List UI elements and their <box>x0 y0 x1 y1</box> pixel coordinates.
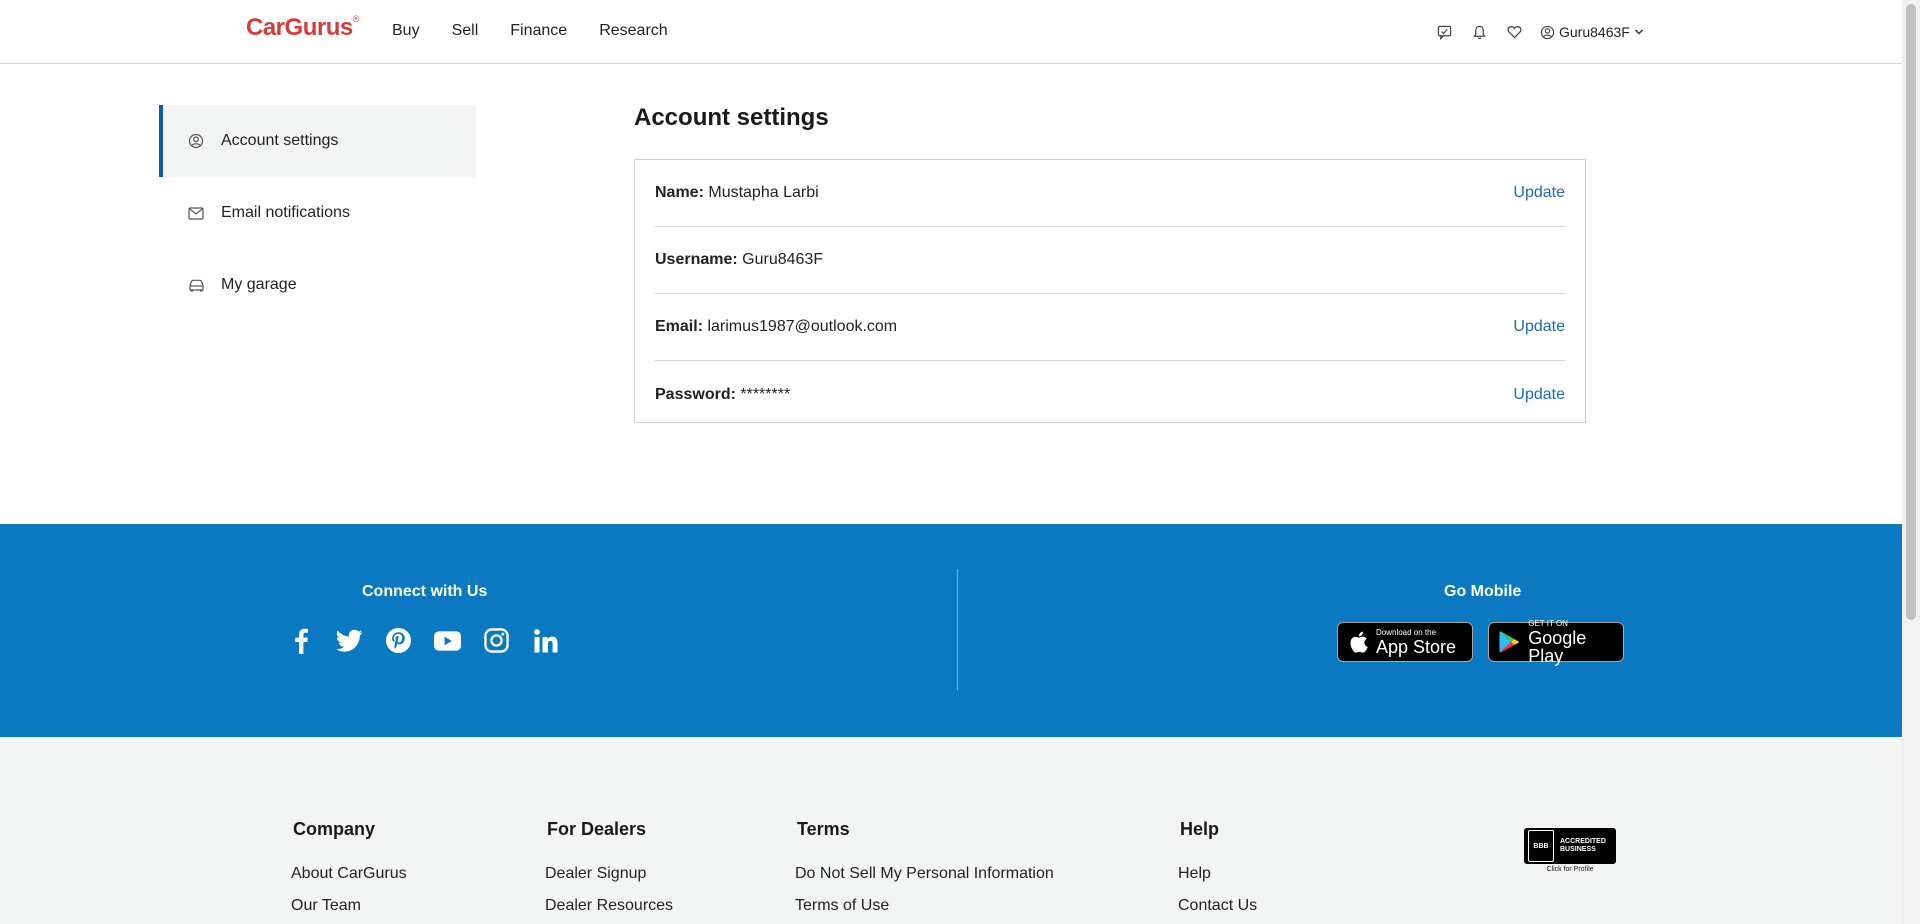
sidebar-item-label: Account settings <box>221 132 339 149</box>
google-play-icon <box>1499 631 1520 653</box>
nav-buy[interactable]: Buy <box>392 22 420 40</box>
chevron-down-icon <box>1634 29 1643 35</box>
settings-sidebar: Account settings Email notifications My … <box>159 105 476 321</box>
apple-icon <box>1350 631 1368 653</box>
footer-link[interactable]: Contact Us <box>1178 897 1257 915</box>
field-label: Password: <box>655 385 736 403</box>
go-mobile-heading: Go Mobile <box>1444 583 1522 600</box>
field-label: Email: <box>655 318 704 335</box>
site-footer: Company About CarGurus Our Team For Deal… <box>0 737 1902 924</box>
update-password-link[interactable]: Update <box>1513 386 1565 404</box>
linkedin-icon[interactable] <box>532 627 559 654</box>
nav-finance[interactable]: Finance <box>510 22 567 40</box>
footer-column-help: Help Help Contact Us <box>1178 819 1257 924</box>
field-value: larimus1987@outlook.com <box>707 318 898 335</box>
sidebar-item-email-notifications[interactable]: Email notifications <box>159 177 476 249</box>
user-menu[interactable]: Guru8463F <box>1540 24 1644 40</box>
heart-icon[interactable] <box>1504 22 1524 42</box>
social-links <box>287 627 559 654</box>
field-value: ******** <box>740 385 791 403</box>
name-row: Name: Mustapha Larbi Update <box>655 160 1565 227</box>
footer-link[interactable]: Our Team <box>291 897 407 915</box>
twitter-icon[interactable] <box>336 627 363 654</box>
footer-link[interactable]: Dealer Signup <box>545 865 673 883</box>
page-title: Account settings <box>634 104 829 131</box>
footer-column-company: Company About CarGurus Our Team <box>291 819 407 924</box>
nav-sell[interactable]: Sell <box>452 22 479 40</box>
footer-link[interactable]: Dealer Resources <box>545 897 673 915</box>
username-row: Username: Guru8463F <box>655 227 1565 294</box>
sidebar-item-my-garage[interactable]: My garage <box>159 249 476 321</box>
footer-link[interactable]: Terms of Use <box>795 897 1054 915</box>
field-label: Name: <box>655 184 704 201</box>
bell-icon[interactable] <box>1469 22 1489 42</box>
sidebar-item-label: Email notifications <box>221 204 350 221</box>
connect-heading: Connect with Us <box>362 583 488 600</box>
footer-heading: For Dealers <box>547 819 647 839</box>
facebook-icon[interactable] <box>287 627 314 654</box>
footer-heading: Help <box>1180 819 1220 839</box>
nav-research[interactable]: Research <box>599 22 667 40</box>
user-circle-icon <box>187 132 205 150</box>
site-header: CarGurus® Buy Sell Finance Research Guru… <box>0 0 1902 64</box>
google-play-badge[interactable]: GET IT ON Google Play <box>1488 619 1624 665</box>
bbb-seal-icon: BBB <box>1528 830 1554 862</box>
bbb-accredited-badge[interactable]: BBB ACCREDITED BUSINESS Click for Profil… <box>1524 828 1616 876</box>
scrollbar-thumb[interactable] <box>1906 4 1916 620</box>
footer-link[interactable]: Do Not Sell My Personal Information <box>795 865 1054 883</box>
footer-column-terms: Terms Do Not Sell My Personal Informatio… <box>795 819 1054 924</box>
instagram-icon[interactable] <box>483 627 510 654</box>
update-email-link[interactable]: Update <box>1513 318 1565 336</box>
sidebar-item-account-settings[interactable]: Account settings <box>159 105 476 177</box>
field-value: Mustapha Larbi <box>708 184 819 201</box>
field-label: Username: <box>655 251 738 268</box>
footer-heading: Terms <box>797 819 850 839</box>
header-actions: Guru8463F <box>1434 22 1644 42</box>
pinterest-icon[interactable] <box>385 627 412 654</box>
cargurus-logo[interactable]: CarGurus® <box>246 14 359 42</box>
email-row: Email: larimus1987@outlook.com Update <box>655 294 1565 361</box>
footer-band: Connect with Us Go Mobile Download on th… <box>0 524 1902 737</box>
envelope-icon <box>187 204 205 222</box>
messages-icon[interactable] <box>1434 22 1454 42</box>
car-icon <box>187 276 205 294</box>
app-store-badge[interactable]: Download on the App Store <box>1337 622 1473 662</box>
footer-link[interactable]: About CarGurus <box>291 865 407 883</box>
main-nav: Buy Sell Finance Research <box>392 22 668 40</box>
user-circle-icon <box>1540 25 1555 39</box>
page-scrollbar[interactable] <box>1902 0 1920 924</box>
footer-column-for-dealers: For Dealers Dealer Signup Dealer Resourc… <box>545 819 673 924</box>
update-name-link[interactable]: Update <box>1513 184 1565 202</box>
password-row: Password: ******** Update <box>655 361 1565 428</box>
field-value: Guru8463F <box>742 251 824 268</box>
band-divider <box>957 569 958 690</box>
footer-heading: Company <box>293 819 376 839</box>
sidebar-item-label: My garage <box>221 276 297 293</box>
footer-link[interactable]: Help <box>1178 865 1257 883</box>
username-label: Guru8463F <box>1559 24 1630 40</box>
account-details-card: Name: Mustapha Larbi Update Username: Gu… <box>634 159 1586 423</box>
youtube-icon[interactable] <box>434 627 461 654</box>
